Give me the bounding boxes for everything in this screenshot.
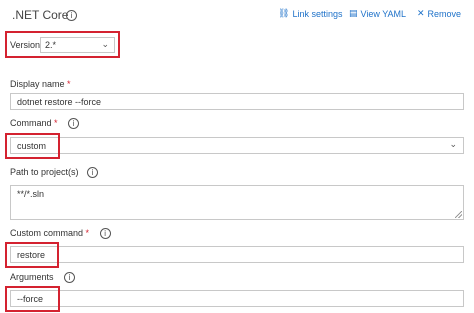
projects-label: Path to project(s) i: [10, 167, 99, 178]
display-name-label: Display name *: [10, 79, 71, 89]
arguments-highlight: [5, 286, 60, 312]
task-title: .NET Core: [12, 8, 69, 22]
custom-command-input[interactable]: restore: [10, 246, 464, 263]
info-icon[interactable]: i: [87, 167, 99, 178]
view-yaml-label: View YAML: [360, 9, 407, 19]
projects-textarea[interactable]: **/*.sln: [10, 185, 464, 220]
info-icon[interactable]: i: [68, 118, 80, 129]
info-icon[interactable]: i: [64, 272, 76, 283]
custom-command-label: Custom command * i: [10, 228, 111, 239]
arguments-input[interactable]: --force: [10, 290, 464, 307]
version-label: Version: [10, 40, 41, 50]
link-icon: ⛓: [278, 9, 290, 19]
chevron-down-icon: ⌄: [449, 140, 457, 150]
display-name-input[interactable]: dotnet restore --force: [10, 93, 464, 110]
info-icon[interactable]: i: [99, 228, 111, 239]
info-icon[interactable]: i: [66, 10, 77, 21]
command-select[interactable]: custom ⌄: [10, 137, 464, 154]
projects-value: **/*.sln: [17, 189, 45, 199]
version-select[interactable]: 2.* ⌄: [40, 37, 115, 53]
link-settings-button[interactable]: ⛓ Link settings: [278, 9, 342, 19]
remove-label: Remove: [427, 9, 462, 19]
command-highlight: [5, 133, 60, 159]
chevron-down-icon: ⌄: [101, 40, 109, 50]
link-settings-label: Link settings: [292, 9, 343, 19]
view-yaml-button[interactable]: ▤ View YAML: [349, 9, 406, 19]
command-label: Command * i: [10, 118, 80, 129]
close-icon: ✕: [417, 9, 425, 19]
version-value: 2.*: [45, 40, 57, 50]
resize-handle-icon[interactable]: [455, 211, 462, 218]
yaml-icon: ▤: [349, 9, 358, 19]
arguments-label: Arguments i: [10, 272, 76, 283]
custom-command-highlight: [5, 242, 59, 268]
remove-button[interactable]: ✕ Remove: [417, 9, 461, 19]
